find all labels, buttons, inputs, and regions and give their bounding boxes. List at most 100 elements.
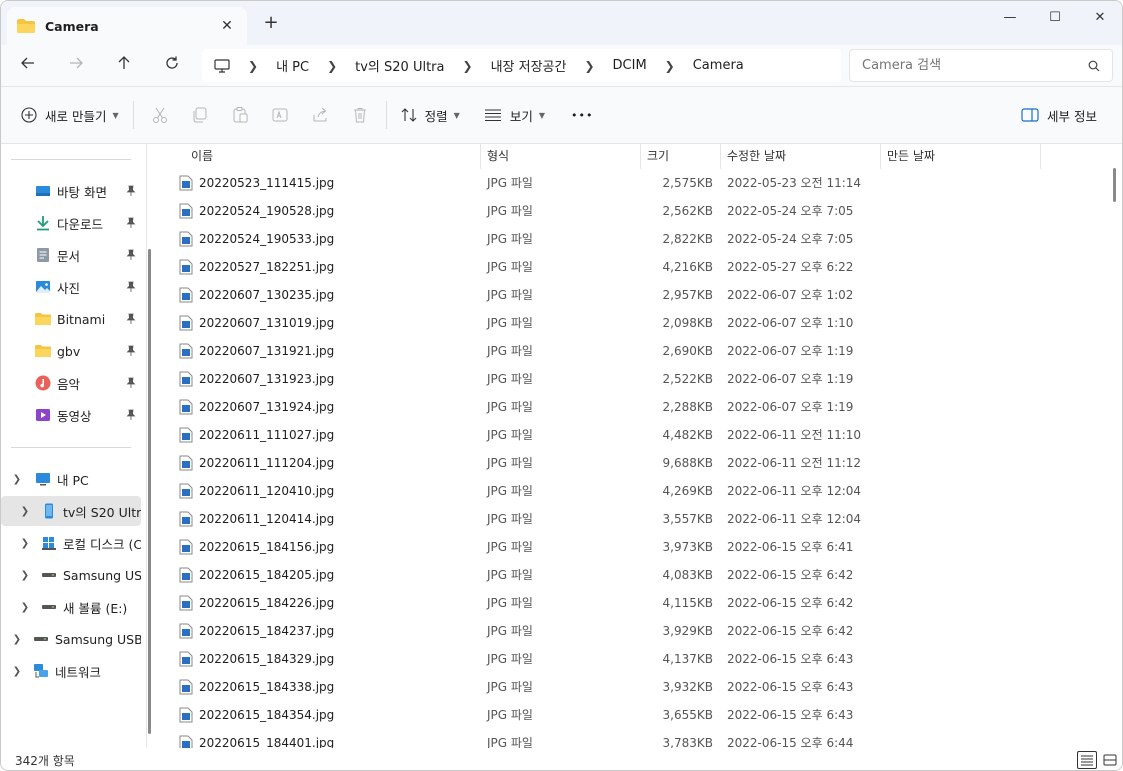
column-header-modified[interactable]: 수정한 날짜: [721, 144, 881, 169]
table-row[interactable]: 20220607_131019.jpg JPG 파일 2,098KB 2022-06-…: [157, 309, 1109, 337]
table-row[interactable]: 20220611_111027.jpg JPG 파일 4,482KB 2022-06-…: [157, 421, 1109, 449]
navigation-pane[interactable]: 바탕 화면 다운로드 문서 사진 Bitnami gbv 음악 동영상 ❯ 내 …: [1, 144, 147, 748]
delete-button[interactable]: [340, 98, 380, 132]
chevron-right-icon[interactable]: ❯: [9, 666, 25, 677]
sidebar-item-videos[interactable]: 동영상: [1, 400, 141, 430]
chevron-right-icon[interactable]: ❯: [17, 570, 33, 581]
table-row[interactable]: 20220615_184401.jpg JPG 파일 3,783KB 2022-06-…: [157, 729, 1109, 748]
chevron-right-icon[interactable]: ❯: [17, 602, 33, 613]
cut-button[interactable]: [140, 98, 180, 132]
breadcrumb[interactable]: ❯ 내 PC ❯ tv의 S20 Ultra ❯ 내장 저장공간 ❯ DCIM …: [202, 49, 841, 82]
pin-icon[interactable]: [125, 217, 137, 229]
search-icon[interactable]: [1088, 60, 1100, 72]
pin-icon[interactable]: [125, 313, 137, 325]
rename-button[interactable]: [260, 98, 300, 132]
pin-icon[interactable]: [125, 185, 137, 197]
table-row[interactable]: 20220607_131924.jpg JPG 파일 2,288KB 2022-06-…: [157, 393, 1109, 421]
minimize-button[interactable]: —: [987, 7, 1033, 29]
table-row[interactable]: 20220615_184354.jpg JPG 파일 3,655KB 2022-06-…: [157, 701, 1109, 729]
sidebar-item-music[interactable]: 음악: [1, 368, 141, 398]
breadcrumb-camera[interactable]: Camera: [693, 58, 744, 73]
paste-button[interactable]: [220, 98, 260, 132]
table-row[interactable]: 20220524_190533.jpg JPG 파일 2,822KB 2022-05-…: [157, 225, 1109, 253]
table-row[interactable]: 20220607_130235.jpg JPG 파일 2,957KB 2022-06-…: [157, 281, 1109, 309]
chevron-right-icon[interactable]: ❯: [9, 634, 25, 645]
table-row[interactable]: 20220611_111204.jpg JPG 파일 9,688KB 2022-06-…: [157, 449, 1109, 477]
close-button[interactable]: ✕: [1077, 7, 1122, 29]
sidebar-item-samsung-usb[interactable]: ❯ Samsung USB (D:): [1, 560, 141, 590]
sidebar-item-s20-ultra[interactable]: ❯ tv의 S20 Ultra: [1, 496, 141, 526]
view-button[interactable]: 보기 ▼: [476, 98, 553, 132]
share-button[interactable]: [300, 98, 340, 132]
up-button[interactable]: [110, 53, 138, 79]
table-row[interactable]: 20220615_184226.jpg JPG 파일 4,115KB 2022-06-…: [157, 589, 1109, 617]
more-options-button[interactable]: •••: [563, 98, 601, 132]
pin-icon[interactable]: [125, 249, 137, 261]
table-row[interactable]: 20220607_131923.jpg JPG 파일 2,522KB 2022-06-…: [157, 365, 1109, 393]
sidebar-item-new-volume[interactable]: ❯ 새 볼륨 (E:): [1, 592, 141, 622]
breadcrumb-dcim[interactable]: DCIM: [613, 58, 647, 73]
tab-close-button[interactable]: ✕: [217, 18, 237, 34]
search-box[interactable]: [849, 49, 1113, 82]
table-row[interactable]: 20220607_131921.jpg JPG 파일 2,690KB 2022-06-…: [157, 337, 1109, 365]
chevron-right-icon[interactable]: ❯: [248, 59, 258, 73]
sort-button[interactable]: 정렬 ▼: [393, 98, 468, 132]
sidebar-item-local-disk[interactable]: ❯ 로컬 디스크 (C:): [1, 528, 141, 558]
sidebar-item-samsung-usb-root[interactable]: ❯ Samsung USB (D:): [1, 624, 141, 654]
sidebar-item-documents[interactable]: 문서: [1, 240, 141, 270]
monitor-icon[interactable]: [214, 58, 230, 73]
sidebar-item-network[interactable]: ❯ 네트워크: [1, 656, 141, 686]
table-row[interactable]: 20220527_182251.jpg JPG 파일 4,216KB 2022-05-…: [157, 253, 1109, 281]
file-type: JPG 파일: [487, 680, 533, 694]
chevron-right-icon[interactable]: ❯: [665, 59, 675, 73]
sidebar-item-bitnami[interactable]: Bitnami: [1, 304, 141, 334]
sidebar-item-pictures[interactable]: 사진: [1, 272, 141, 302]
pin-icon[interactable]: [125, 409, 137, 421]
sidebar-item-gbv[interactable]: gbv: [1, 336, 141, 366]
column-header-created[interactable]: 만든 날짜: [881, 144, 1041, 169]
table-row[interactable]: 20220523_111415.jpg JPG 파일 2,575KB 2022-05-…: [157, 169, 1109, 197]
table-row[interactable]: 20220611_120414.jpg JPG 파일 3,557KB 2022-06-…: [157, 505, 1109, 533]
column-header-type[interactable]: 형식: [481, 144, 641, 169]
details-pane-button[interactable]: 세부 정보: [1013, 98, 1105, 132]
column-header-size[interactable]: 크기: [641, 144, 721, 169]
details-view-button[interactable]: [1077, 751, 1097, 769]
chevron-right-icon[interactable]: ❯: [584, 59, 594, 73]
maximize-button[interactable]: ☐: [1032, 7, 1078, 29]
search-input[interactable]: [862, 58, 1088, 73]
sidebar-item-this-pc[interactable]: ❯ 내 PC: [1, 464, 141, 494]
table-row[interactable]: 20220524_190528.jpg JPG 파일 2,562KB 2022-05-…: [157, 197, 1109, 225]
breadcrumb-device[interactable]: tv의 S20 Ultra: [355, 56, 444, 75]
file-list[interactable]: ⌃ 이름 형식 크기 수정한 날짜 만든 날짜 20220523_111415.…: [157, 144, 1109, 748]
pin-icon[interactable]: [125, 345, 137, 357]
sidebar-item-downloads[interactable]: 다운로드: [1, 208, 141, 238]
refresh-button[interactable]: [158, 53, 186, 79]
pin-icon[interactable]: [125, 377, 137, 389]
forward-button[interactable]: [62, 53, 90, 79]
copy-button[interactable]: [180, 98, 220, 132]
chevron-right-icon[interactable]: ❯: [17, 506, 33, 517]
table-row[interactable]: 20220615_184237.jpg JPG 파일 3,929KB 2022-06-…: [157, 617, 1109, 645]
chevron-right-icon[interactable]: ❯: [17, 538, 33, 549]
file-modified-date: 2022-06-15 오후 6:44: [727, 736, 854, 748]
chevron-right-icon[interactable]: ❯: [463, 59, 473, 73]
column-header-name[interactable]: 이름: [185, 144, 481, 169]
table-row[interactable]: 20220615_184156.jpg JPG 파일 3,973KB 2022-06-…: [157, 533, 1109, 561]
table-row[interactable]: 20220615_184338.jpg JPG 파일 3,932KB 2022-06-…: [157, 673, 1109, 701]
table-row[interactable]: 20220611_120410.jpg JPG 파일 4,269KB 2022-06-…: [157, 477, 1109, 505]
breadcrumb-this-pc[interactable]: 내 PC: [276, 56, 309, 75]
breadcrumb-internal-storage[interactable]: 내장 저장공간: [491, 56, 567, 75]
pin-icon[interactable]: [125, 281, 137, 293]
tab-camera[interactable]: Camera ✕: [7, 7, 247, 45]
new-tab-button[interactable]: +: [261, 13, 281, 33]
table-row[interactable]: 20220615_184329.jpg JPG 파일 4,137KB 2022-06-…: [157, 645, 1109, 673]
back-button[interactable]: [14, 53, 42, 79]
new-button[interactable]: 새로 만들기 ▼: [13, 98, 127, 132]
sidebar-scrollbar[interactable]: [148, 249, 151, 734]
file-list-scrollbar[interactable]: [1113, 168, 1116, 202]
sidebar-item-desktop[interactable]: 바탕 화면: [1, 176, 141, 206]
tiles-view-button[interactable]: [1100, 751, 1120, 769]
chevron-down-icon[interactable]: ❯: [9, 474, 25, 485]
chevron-right-icon[interactable]: ❯: [327, 59, 337, 73]
table-row[interactable]: 20220615_184205.jpg JPG 파일 4,083KB 2022-06-…: [157, 561, 1109, 589]
